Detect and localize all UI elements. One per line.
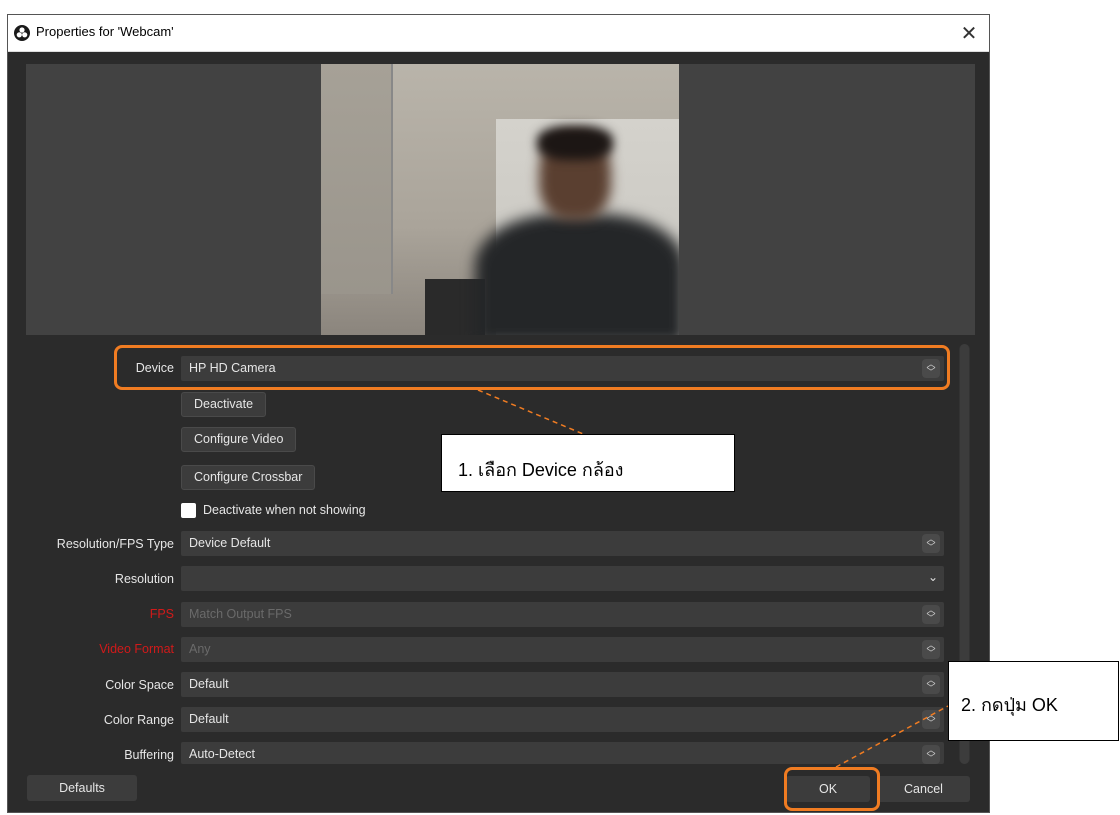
step1-callout: 1. เลือก Device กล้อง <box>441 434 735 492</box>
step1-text: 1. เลือก Device กล้อง <box>458 460 624 480</box>
step2-text: 2. กดปุ่ม OK <box>961 695 1058 715</box>
step2-callout: 2. กดปุ่ม OK <box>948 661 1119 741</box>
